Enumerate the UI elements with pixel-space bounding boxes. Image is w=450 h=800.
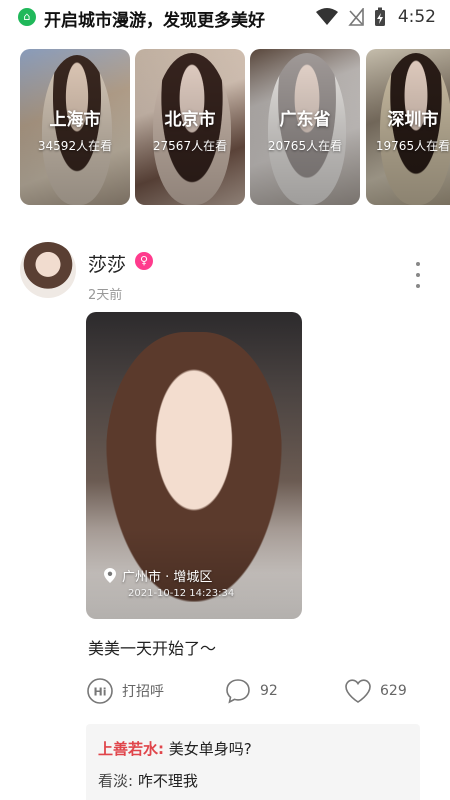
city-name: 上海市 — [49, 110, 101, 130]
comment-author[interactable]: 上善若水: — [98, 740, 164, 758]
city-card-shanghai[interactable]: 上海市 34592人在看 — [20, 49, 130, 205]
comment-button[interactable]: 92 — [224, 676, 278, 706]
post-username[interactable]: 莎莎 — [88, 250, 126, 277]
city-card-guangdong[interactable]: 广东省 20765人在看 — [250, 49, 360, 205]
comment-count: 92 — [260, 683, 278, 699]
comment-preview[interactable]: 上善若水: 美女单身吗? 看淡: 咋不理我 — [86, 724, 420, 800]
status-bar: ⌂ 开启城市漫游，发现更多美好 4:52 — [0, 0, 450, 34]
no-signal-icon — [348, 8, 364, 26]
location-pin-icon — [104, 568, 116, 583]
svg-text:Hi: Hi — [94, 686, 107, 699]
dot-icon — [416, 284, 420, 288]
city-watching-count: 27567人在看 — [152, 139, 228, 153]
city-card-beijing[interactable]: 北京市 27567人在看 — [135, 49, 245, 205]
more-options-button[interactable] — [408, 262, 428, 288]
post-actions: Hi 打招呼 92 629 — [86, 676, 416, 706]
comment-author[interactable]: 看淡: — [98, 772, 133, 790]
photo-datetime: 2021-10-12 14:23:34 — [128, 588, 235, 599]
clock: 4:52 — [397, 7, 436, 27]
status-title: 开启城市漫游，发现更多美好 — [44, 11, 265, 31]
greet-button[interactable]: Hi 打招呼 — [86, 676, 164, 706]
city-carousel: 上海市 34592人在看 北京市 27567人在看 广东省 20765人在看 深… — [20, 49, 450, 206]
city-name: 广东省 — [279, 110, 331, 130]
city-card-shenzhen[interactable]: 深圳市 19765人在看 — [366, 49, 450, 205]
comment-text: 咋不理我 — [137, 772, 198, 790]
city-name: 北京市 — [164, 110, 216, 130]
avatar[interactable] — [20, 242, 76, 298]
heart-icon — [345, 679, 371, 703]
post-photo[interactable]: 广州市 · 增城区 2021-10-12 14:23:34 — [86, 312, 302, 619]
like-button[interactable]: 629 — [344, 676, 407, 706]
dot-icon — [416, 273, 420, 277]
post-caption: 美美一天开始了～ — [88, 639, 217, 658]
comment-text: 美女单身吗? — [168, 740, 252, 758]
city-name: 深圳市 — [387, 110, 439, 130]
like-count: 629 — [380, 683, 407, 699]
city-map-icon: ⌂ — [18, 8, 36, 26]
greet-label: 打招呼 — [122, 684, 164, 700]
photo-location: 广州市 · 增城区 — [104, 566, 212, 585]
vip-badge-icon: ♀ — [135, 252, 153, 270]
hi-icon: Hi — [87, 678, 113, 704]
comment-item: 上善若水: 美女单身吗? — [98, 738, 252, 759]
system-icons: 4:52 — [315, 6, 436, 28]
battery-charging-icon — [374, 7, 385, 26]
comment-item: 看淡: 咋不理我 — [98, 770, 198, 791]
city-watching-count: 20765人在看 — [267, 139, 343, 153]
wifi-icon — [315, 8, 338, 25]
post-time: 2天前 — [88, 288, 123, 303]
city-watching-count: 34592人在看 — [37, 139, 113, 153]
dot-icon — [416, 262, 420, 266]
photo-location-text: 广州市 · 增城区 — [122, 570, 213, 585]
comment-icon — [226, 679, 250, 704]
city-watching-count: 19765人在看 — [375, 139, 450, 153]
